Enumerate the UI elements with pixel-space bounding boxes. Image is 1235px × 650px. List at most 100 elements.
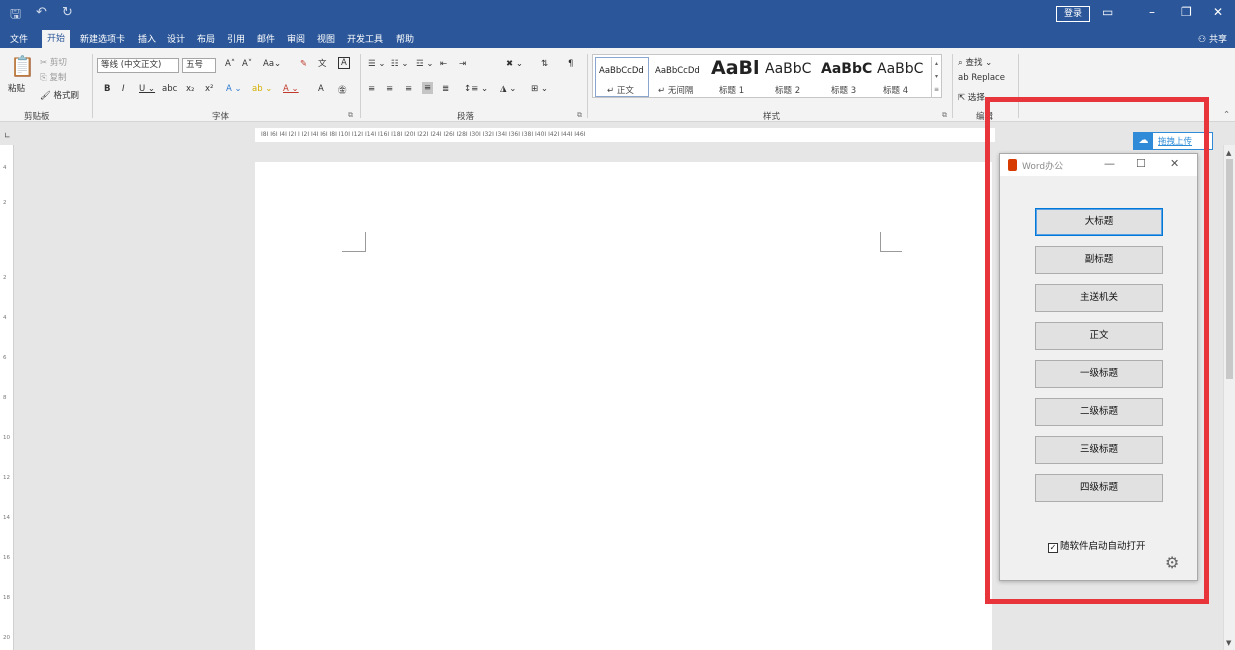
shading-icon[interactable]: ◮ ⌄ (500, 84, 516, 94)
font-launcher-icon[interactable]: ⧉ (348, 111, 353, 120)
char-shading-icon[interactable]: A (318, 84, 324, 94)
vertical-ruler[interactable]: 4 2 2 4 6 8 10 12 14 16 18 20 (0, 145, 14, 650)
tab-home[interactable]: 开始 (42, 30, 71, 48)
distributed-icon[interactable]: ≣ (442, 84, 449, 94)
tab-design[interactable]: 设计 (167, 32, 185, 45)
tab-view[interactable]: 视图 (317, 32, 335, 45)
style-preview: AaBbCcDd (655, 66, 700, 76)
format-painter-button[interactable]: 🖌 格式刷 (40, 89, 79, 101)
tab-help[interactable]: 帮助 (396, 32, 414, 45)
decrease-indent-icon[interactable]: ⇤ (440, 59, 447, 69)
scroll-up-icon[interactable]: ▲ (1226, 149, 1231, 157)
ruler-tick: 12 (3, 475, 10, 481)
increase-indent-icon[interactable]: ⇥ (459, 59, 466, 69)
margin-corner-right (880, 232, 902, 252)
scroll-down-icon[interactable]: ▼ (1226, 639, 1231, 647)
horizontal-ruler[interactable]: I8I I6I I4I I2I I I2I I4I I6I I8I I10I I… (255, 128, 995, 142)
line-spacing-icon[interactable]: ↕≡ ⌄ (464, 84, 488, 94)
cursor-icon: ⇱ (958, 93, 966, 103)
person-icon: ⚇ (1198, 35, 1207, 45)
ruler-tick: 10 (3, 435, 10, 441)
vertical-scrollbar[interactable]: ▲ ▼ (1223, 145, 1235, 650)
tab-file[interactable]: 文件 (10, 32, 28, 45)
subscript-icon[interactable]: x₂ (186, 84, 194, 94)
restore-icon[interactable]: ❐ (1181, 5, 1192, 19)
italic-icon[interactable]: I (122, 84, 125, 94)
borders-icon[interactable]: ⊞ ⌄ (531, 84, 548, 94)
copy-button[interactable]: ⎘ 复制 (40, 71, 67, 83)
scroll-thumb[interactable] (1226, 159, 1233, 379)
share-button[interactable]: ⚇ 共享 (1198, 32, 1227, 45)
font-color-icon[interactable]: A ⌄ (283, 84, 299, 94)
tab-layout[interactable]: 布局 (197, 32, 215, 45)
style-name: ↵ 无间隔 (658, 86, 694, 96)
save-icon[interactable]: 🖫 (10, 5, 21, 27)
font-name-select[interactable]: 等线 (中文正文) (97, 58, 179, 73)
cut-button[interactable]: ✂ 剪切 (40, 56, 67, 68)
styles-launcher-icon[interactable]: ⧉ (942, 111, 947, 120)
font-group-label: 字体 (212, 112, 230, 122)
paste-icon[interactable]: 📋 (10, 54, 35, 78)
font-size-select[interactable]: 五号 (182, 58, 216, 73)
tab-selector-icon[interactable]: ∟ (4, 131, 11, 140)
ruler-tick: 20 (3, 635, 10, 641)
paragraph-group-label: 段落 (457, 112, 475, 122)
styles-gallery: AaBbCcDd ↵ 正文 AaBbCcDd ↵ 无间隔 AaBl 标题 1 A… (592, 54, 942, 98)
align-right-icon[interactable]: ≡ (405, 84, 412, 94)
tab-references[interactable]: 引用 (227, 32, 245, 45)
strikethrough-icon[interactable]: abc (162, 84, 177, 94)
select-button[interactable]: ⇱ 选择 (958, 91, 985, 103)
find-label: 查找 (965, 58, 983, 68)
align-left-icon[interactable]: ≡ (368, 84, 375, 94)
ruler-tick: 4 (3, 315, 7, 321)
tab-new[interactable]: 新建选项卡 (80, 32, 125, 45)
underline-icon[interactable]: U ⌄ (139, 84, 155, 94)
format-painter-label: 格式刷 (53, 91, 80, 101)
highlight-icon[interactable]: ab ⌄ (252, 84, 272, 94)
char-border-icon[interactable]: A (338, 57, 350, 69)
tab-mailings[interactable]: 邮件 (257, 32, 275, 45)
minimize-icon[interactable]: – (1149, 5, 1155, 19)
bold-icon[interactable]: B (104, 84, 110, 94)
change-case-icon[interactable]: Aa⌄ (263, 59, 281, 69)
style-name: 标题 1 (719, 86, 745, 96)
tab-insert[interactable]: 插入 (138, 32, 156, 45)
document-page[interactable] (255, 162, 992, 650)
styles-group-label: 样式 (763, 112, 781, 122)
ribbon-display-icon[interactable]: ▭ (1102, 5, 1113, 19)
align-center-icon[interactable]: ≡ (386, 84, 393, 94)
close-icon[interactable]: ✕ (1213, 5, 1223, 19)
numbering-icon[interactable]: ☷ ⌄ (391, 59, 408, 69)
enclose-char-icon[interactable]: ㊎ (338, 84, 347, 96)
phonetic-guide-icon[interactable]: 文 (318, 57, 327, 69)
undo-icon[interactable]: ↶ (36, 5, 47, 20)
share-label: 共享 (1208, 35, 1227, 45)
find-button[interactable]: ⌕ 查找 ⌄ (958, 56, 992, 68)
clear-format-icon[interactable]: ✎ (300, 59, 307, 69)
show-marks-icon[interactable]: ¶ (568, 59, 573, 69)
style-preview: AaBbC (821, 61, 873, 77)
grow-font-icon[interactable]: A˄ (225, 59, 235, 69)
justify-icon[interactable]: ≡ (422, 82, 434, 94)
shrink-font-icon[interactable]: A˅ (242, 59, 252, 69)
tab-developer[interactable]: 开发工具 (347, 32, 383, 45)
multilevel-list-icon[interactable]: ☲ ⌄ (416, 59, 433, 69)
styles-scroll-icon[interactable]: ▴ ▾ ≡ (931, 57, 941, 97)
style-preview: AaBbCcDd (599, 66, 644, 76)
copy-label: 复制 (49, 73, 67, 83)
redo-icon[interactable]: ↻ (62, 5, 73, 20)
paragraph-launcher-icon[interactable]: ⧉ (577, 111, 582, 120)
ruler-tick: 18 (3, 595, 10, 601)
chinese-layout-icon[interactable]: ✖ ⌄ (506, 59, 523, 69)
text-effects-icon[interactable]: A ⌄ (226, 84, 242, 94)
tab-review[interactable]: 审阅 (287, 32, 305, 45)
replace-button[interactable]: ab Replace (958, 73, 1005, 83)
bullets-icon[interactable]: ☰ ⌄ (368, 59, 385, 69)
sort-icon[interactable]: ⇅ (541, 59, 548, 69)
superscript-icon[interactable]: x² (205, 84, 213, 94)
paste-button[interactable]: 粘贴 (8, 82, 25, 94)
ruler-tick: 2 (3, 275, 7, 281)
ruler-tick: 14 (3, 515, 10, 521)
login-button[interactable]: 登录 (1056, 6, 1090, 22)
collapse-ribbon-icon[interactable]: ⌃ (1223, 110, 1230, 120)
